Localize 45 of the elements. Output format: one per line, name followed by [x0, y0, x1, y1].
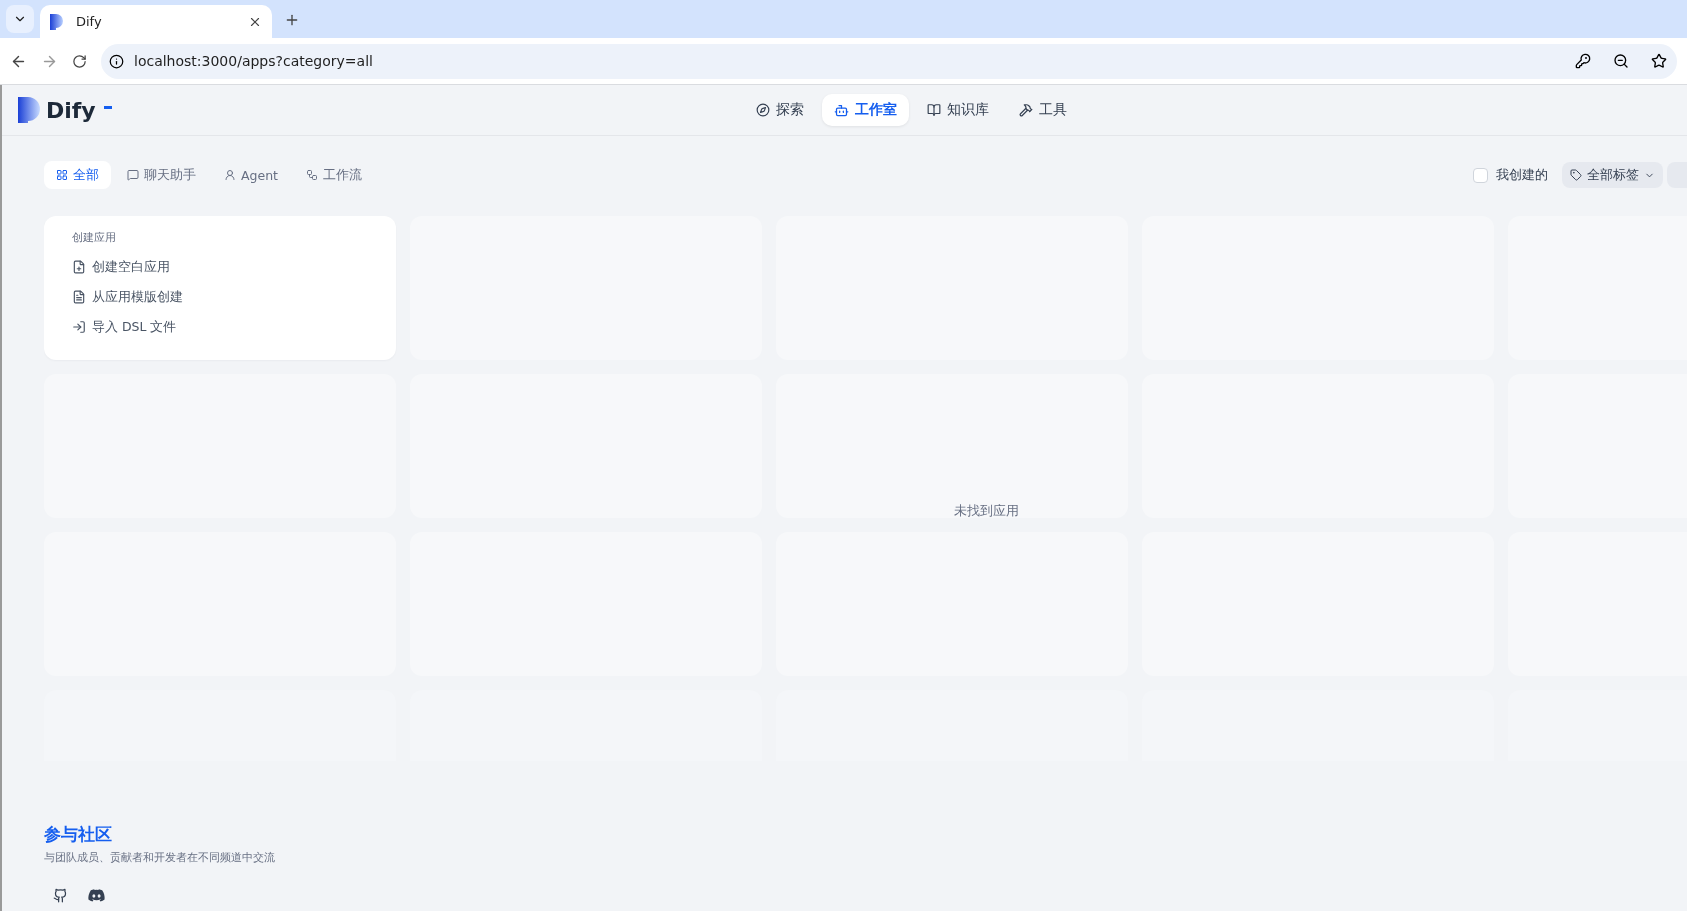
address-bar[interactable]: localhost:3000/apps?category=all — [101, 43, 1677, 79]
workflow-icon — [306, 169, 318, 181]
create-action[interactable]: 创建空白应用 — [72, 253, 170, 281]
nav-tab[interactable]: 探索 — [744, 94, 816, 126]
grid-icon — [56, 169, 68, 181]
category-tab[interactable]: Agent — [212, 161, 290, 189]
checkbox[interactable] — [1473, 167, 1488, 183]
hammer-icon — [1019, 103, 1033, 117]
community-description: 与团队成员、贡献者和开发者在不同频道中交流 — [44, 850, 276, 865]
community-title: 参与社区 — [44, 823, 113, 846]
logo-text: Dify — [46, 97, 96, 123]
browser-tab[interactable]: Dify — [40, 5, 272, 38]
create-action[interactable]: 从应用模版创建 — [72, 283, 183, 311]
key-icon[interactable] — [1575, 53, 1591, 69]
document-icon — [72, 290, 86, 304]
checkbox-label: 我创建的 — [1496, 166, 1548, 184]
app-logo-icon — [50, 13, 64, 30]
category-tab[interactable]: 聊天助手 — [115, 161, 208, 189]
import-icon — [72, 320, 86, 334]
chat-icon — [127, 169, 139, 181]
book-icon — [927, 103, 941, 117]
compass-icon — [756, 103, 770, 117]
category-tab[interactable]: 全部 — [44, 161, 111, 189]
category-tab[interactable]: 工作流 — [294, 161, 374, 189]
card-title: 创建应用 — [72, 230, 117, 245]
nav-tab[interactable]: 知识库 — [915, 94, 1001, 126]
logo-icon — [18, 97, 40, 123]
tag-icon — [1570, 169, 1582, 181]
github-icon[interactable] — [52, 887, 68, 903]
reload-button[interactable] — [72, 53, 87, 69]
bookmark-star-icon[interactable] — [1651, 53, 1667, 69]
info-icon — [109, 53, 124, 69]
cursor-mark — [103, 106, 112, 109]
nav-tab[interactable]: 工作室 — [822, 94, 909, 126]
discord-icon[interactable] — [87, 888, 105, 902]
zoom-icon[interactable] — [1613, 53, 1629, 69]
person-icon — [224, 169, 236, 181]
new-tab-button[interactable] — [284, 12, 300, 28]
tab-title: Dify — [76, 14, 103, 29]
empty-message: 未找到应用 — [954, 502, 1019, 520]
file-plus-icon — [72, 260, 86, 274]
robot-icon — [834, 102, 849, 118]
create-action[interactable]: 导入 DSL 文件 — [72, 313, 177, 341]
tag-filter-button[interactable]: 全部标签 — [1562, 162, 1663, 188]
nav-tab[interactable]: 工具 — [1007, 94, 1079, 126]
